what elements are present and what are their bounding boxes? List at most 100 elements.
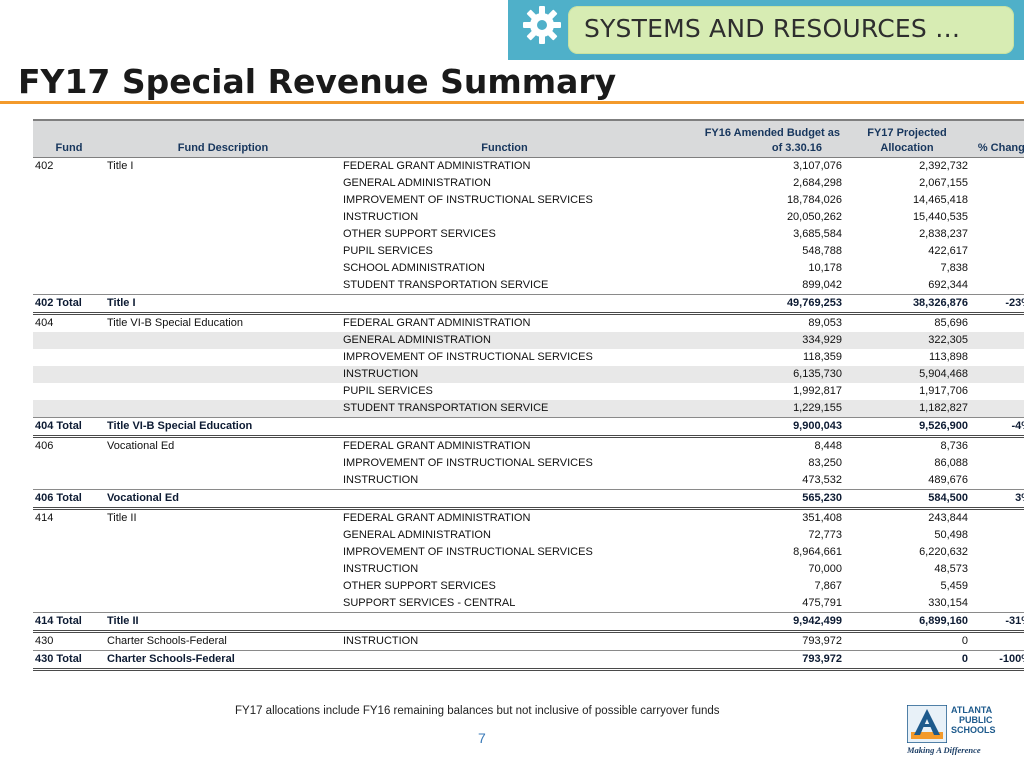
table-row: STUDENT TRANSPORTATION SERVICE 1,229,155 1…: [33, 399, 1024, 417]
fund-cell: [33, 191, 105, 209]
percent-change-cell: -23%: [970, 293, 1024, 315]
fy16-budget-cell: 1,992,817: [668, 382, 844, 400]
fund-cell: [33, 242, 105, 260]
table-total-row: 402 TotalTitle I 49,769,25338,326,876-23%: [33, 293, 1024, 315]
header-function: Function: [341, 119, 668, 158]
fund-cell: [33, 543, 105, 561]
description-cell: [105, 526, 341, 544]
function-cell: INSTRUCTION: [341, 631, 668, 650]
fy17-allocation-cell: 14,465,418: [844, 191, 970, 209]
function-cell: IMPROVEMENT OF INSTRUCTIONAL SERVICES: [341, 454, 668, 472]
percent-change-cell: [970, 471, 1024, 489]
banner: SYSTEMS AND RESOURCES …: [508, 0, 1024, 60]
fy17-allocation-cell: 86,088: [844, 454, 970, 472]
table-row: PUPIL SERVICES 548,788 422,617: [33, 242, 1024, 260]
description-cell: [105, 259, 341, 277]
fy17-allocation-cell: 0: [844, 631, 970, 650]
percent-change-cell: [970, 259, 1024, 277]
description-cell: [105, 454, 341, 472]
percent-change-cell: [970, 191, 1024, 209]
fy16-budget-cell: 793,972: [668, 649, 844, 671]
percent-change-cell: [970, 577, 1024, 595]
revenue-table-container: Fund Fund Description Function FY16 Amen…: [33, 119, 1024, 671]
percent-change-cell: -100%: [970, 649, 1024, 671]
fy17-allocation-cell: 243,844: [844, 508, 970, 527]
fund-cell: [33, 399, 105, 417]
table-row: GENERAL ADMINISTRATION 72,773 50,498: [33, 526, 1024, 544]
fy17-allocation-cell: 322,305: [844, 331, 970, 349]
fund-cell: 430: [33, 631, 105, 650]
table-body: 402 Title I FEDERAL GRANT ADMINISTRATION 3,…: [33, 157, 1024, 671]
header-fy17-allocation: FY17 Projected Allocation: [844, 119, 970, 158]
fund-cell: [33, 225, 105, 243]
fund-cell: [33, 577, 105, 595]
fy16-budget-cell: 793,972: [668, 631, 844, 650]
description-cell: [105, 174, 341, 192]
fy16-budget-cell: 8,964,661: [668, 543, 844, 561]
fy16-budget-cell: 3,107,076: [668, 157, 844, 175]
table-row: INSTRUCTION 70,000 48,573: [33, 560, 1024, 578]
percent-change-cell: [970, 399, 1024, 417]
fy17-allocation-cell: 38,326,876: [844, 293, 970, 315]
fy17-allocation-cell: 692,344: [844, 276, 970, 294]
fy16-budget-cell: 9,900,043: [668, 416, 844, 438]
function-cell: GENERAL ADMINISTRATION: [341, 526, 668, 544]
fy16-budget-cell: 899,042: [668, 276, 844, 294]
title-divider: [0, 101, 1024, 104]
fy16-budget-cell: 475,791: [668, 594, 844, 612]
header-fy16-line2: of 3.30.16: [771, 141, 822, 154]
fy16-budget-cell: 3,685,584: [668, 225, 844, 243]
table-row: GENERAL ADMINISTRATION 2,684,298 2,067,155: [33, 174, 1024, 192]
function-cell: INSTRUCTION: [341, 560, 668, 578]
fy17-allocation-cell: 48,573: [844, 560, 970, 578]
table-row: IMPROVEMENT OF INSTRUCTIONAL SERVICES 83,…: [33, 454, 1024, 472]
banner-pill: SYSTEMS AND RESOURCES …: [568, 6, 1014, 54]
function-cell: IMPROVEMENT OF INSTRUCTIONAL SERVICES: [341, 191, 668, 209]
header-fund-description: Fund Description: [105, 119, 341, 158]
fy17-allocation-cell: 50,498: [844, 526, 970, 544]
fy17-allocation-cell: 5,459: [844, 577, 970, 595]
table-row: STUDENT TRANSPORTATION SERVICE 899,042 692…: [33, 276, 1024, 294]
logo-line-2: PUBLIC: [959, 715, 993, 725]
function-cell: [341, 649, 668, 671]
description-cell: Title I: [105, 293, 341, 315]
table-row: SUPPORT SERVICES - CENTRAL 475,791 330,154: [33, 594, 1024, 612]
table-row: GENERAL ADMINISTRATION 334,929 322,305: [33, 331, 1024, 349]
percent-change-cell: [970, 331, 1024, 349]
description-cell: Title VI-B Special Education: [105, 416, 341, 438]
fy16-budget-cell: 7,867: [668, 577, 844, 595]
banner-title: SYSTEMS AND RESOURCES …: [584, 14, 961, 43]
fund-cell: [33, 471, 105, 489]
function-cell: FEDERAL GRANT ADMINISTRATION: [341, 157, 668, 175]
fy17-allocation-cell: 8,736: [844, 436, 970, 455]
fund-cell: [33, 454, 105, 472]
percent-change-cell: [970, 276, 1024, 294]
table-row: SCHOOL ADMINISTRATION 10,178 7,838: [33, 259, 1024, 277]
percent-change-cell: [970, 365, 1024, 383]
table-row: IMPROVEMENT OF INSTRUCTIONAL SERVICES 118…: [33, 348, 1024, 366]
fund-cell: [33, 594, 105, 612]
table-row: INSTRUCTION 20,050,262 15,440,535: [33, 208, 1024, 226]
page-title: FY17 Special Revenue Summary: [18, 62, 617, 101]
fy16-budget-cell: 351,408: [668, 508, 844, 527]
description-cell: [105, 471, 341, 489]
fy16-budget-cell: 89,053: [668, 313, 844, 332]
function-cell: [341, 488, 668, 510]
fund-cell: [33, 331, 105, 349]
table-row: 430 Charter Schools-Federal INSTRUCTION 793…: [33, 631, 1024, 650]
description-cell: [105, 382, 341, 400]
fund-cell: [33, 526, 105, 544]
fy16-budget-cell: 473,532: [668, 471, 844, 489]
description-cell: Title II: [105, 611, 341, 633]
description-cell: [105, 365, 341, 383]
fy16-budget-cell: 118,359: [668, 348, 844, 366]
percent-change-cell: [970, 454, 1024, 472]
fund-cell: 414: [33, 508, 105, 527]
fund-cell: 402: [33, 157, 105, 175]
table-row: INSTRUCTION 6,135,730 5,904,468: [33, 365, 1024, 383]
fy17-allocation-cell: 422,617: [844, 242, 970, 260]
percent-change-cell: [970, 348, 1024, 366]
fy16-budget-cell: 72,773: [668, 526, 844, 544]
description-cell: [105, 191, 341, 209]
footnote: FY17 allocations include FY16 remaining …: [235, 705, 720, 717]
